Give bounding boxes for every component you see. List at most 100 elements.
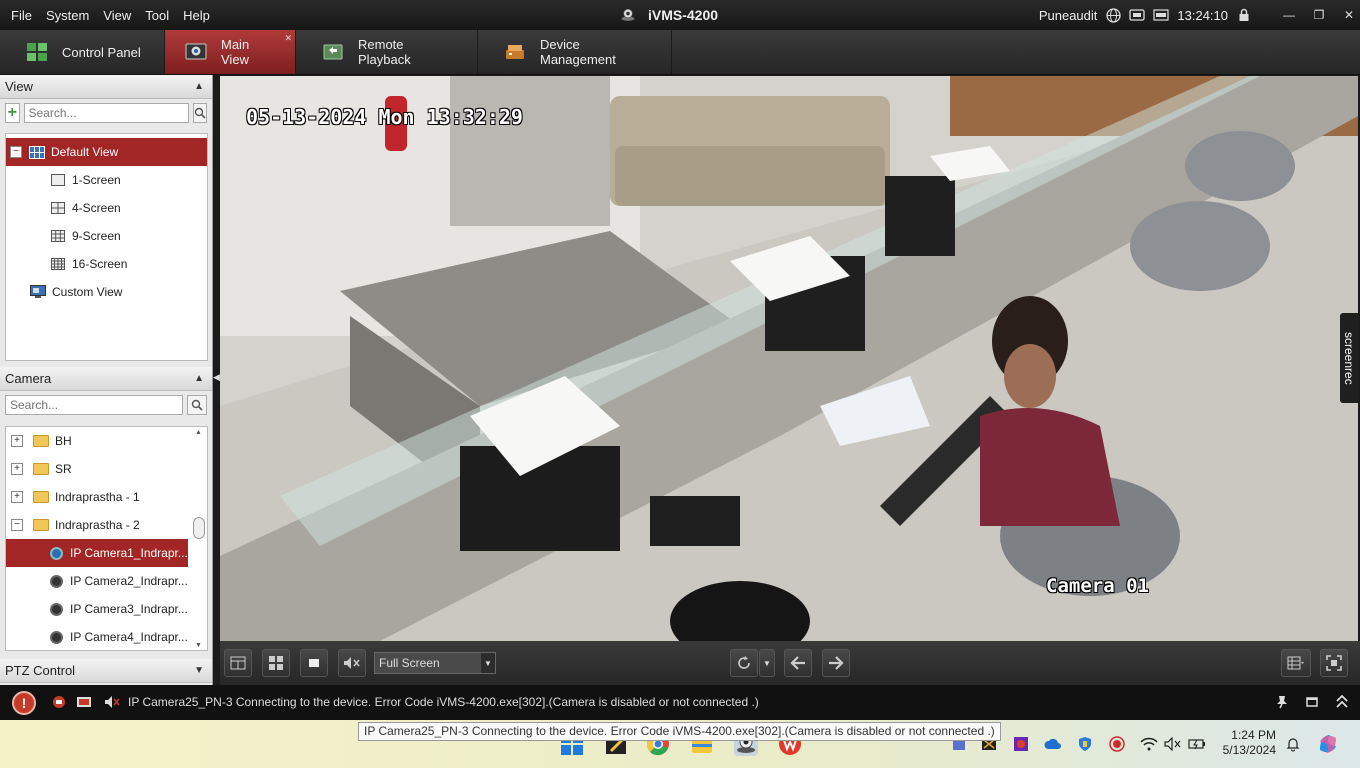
tree-item-default-view[interactable]: − Default View	[6, 138, 207, 166]
chevron-up-icon[interactable]: ▲	[194, 373, 204, 384]
view-panel-header[interactable]: View ▲	[0, 75, 212, 99]
tree-item-label: 9-Screen	[72, 229, 121, 243]
restore-button[interactable]: ❐	[1308, 6, 1330, 24]
camera-section: Camera ▲	[0, 367, 212, 419]
tree-camera-2[interactable]: IP Camera2_Indrapr...	[6, 567, 207, 595]
four-screen-icon	[50, 200, 66, 216]
pin-icon[interactable]	[1274, 694, 1290, 710]
tree-group-indraprastha-2[interactable]: − Indraprastha - 2	[6, 511, 207, 539]
status-window-icon[interactable]	[1304, 694, 1320, 710]
next-page-icon[interactable]	[822, 649, 850, 677]
ptz-panel-header[interactable]: PTZ Control ▼	[0, 659, 212, 683]
minimize-button[interactable]: —	[1278, 6, 1300, 24]
onedrive-icon[interactable]	[1044, 735, 1062, 753]
tree-camera-3[interactable]: IP Camera3_Indrapr...	[6, 595, 207, 623]
video-toolbar: Full Screen ▼ ▼	[220, 641, 1360, 685]
taskbar-date: 5/13/2024	[1222, 743, 1276, 757]
camera-tree-scrollbar[interactable]: ▲ ▼	[193, 429, 205, 649]
tree-item-9-screen[interactable]: 9-Screen	[6, 222, 207, 250]
audio-exception-icon[interactable]	[104, 694, 120, 710]
window-division-icon[interactable]	[262, 649, 290, 677]
camera-search-input[interactable]	[5, 395, 183, 415]
chevron-down-icon[interactable]: ▼	[194, 665, 204, 676]
ip-camera-icon	[50, 574, 63, 588]
status-message: IP Camera25_PN-3 Connecting to the devic…	[128, 695, 759, 709]
camera-panel-title: Camera	[5, 371, 52, 386]
tree-item-4-screen[interactable]: 4-Screen	[6, 194, 207, 222]
search-icon[interactable]	[187, 395, 207, 415]
tab-control-panel[interactable]: Control Panel	[0, 30, 165, 74]
scrollbar-thumb[interactable]	[193, 517, 205, 539]
menu-system[interactable]: System	[39, 8, 96, 23]
tab-remote-playback[interactable]: Remote Playback	[296, 30, 478, 74]
screenrec-badge[interactable]: screenrec	[1340, 313, 1358, 403]
collapse-icon[interactable]: −	[10, 146, 22, 158]
copilot-icon[interactable]	[1316, 732, 1340, 756]
expand-icon[interactable]: +	[11, 435, 23, 447]
expand-up-icon[interactable]	[1334, 694, 1350, 710]
chevron-up-icon[interactable]: ▲	[194, 81, 204, 92]
taskbar-clock[interactable]: 1:24 PM 5/13/2024	[1216, 728, 1276, 758]
cycle-icon[interactable]	[730, 649, 758, 677]
expand-icon[interactable]: +	[11, 463, 23, 475]
menu-view[interactable]: View	[96, 8, 138, 23]
battery-icon[interactable]	[1188, 735, 1206, 753]
display-mode-select[interactable]: Full Screen ▼	[374, 652, 496, 674]
tree-item-16-screen[interactable]: 16-Screen	[6, 250, 207, 278]
hdd-icon[interactable]	[1129, 7, 1146, 23]
record-icon[interactable]	[1108, 735, 1126, 753]
tree-item-1-screen[interactable]: 1-Screen	[6, 166, 207, 194]
notification-bell-icon[interactable]	[1284, 735, 1302, 753]
view-grid-icon	[29, 144, 45, 160]
live-video-window[interactable]: 05-13-2024 Mon 13:32:29 Camera 01 screen…	[220, 76, 1358, 641]
left-panel: View ▲ + − Default View	[0, 75, 213, 685]
tree-group-indraprastha-1[interactable]: + Indraprastha - 1	[6, 483, 207, 511]
search-icon[interactable]	[192, 103, 207, 123]
tab-main-view[interactable]: Main View ✕	[165, 30, 296, 74]
globe-icon[interactable]	[1105, 7, 1121, 23]
close-button[interactable]: ✕	[1338, 6, 1360, 24]
tree-item-label: BH	[55, 434, 72, 448]
ram-icon[interactable]	[1153, 7, 1169, 23]
device-exception-icon[interactable]	[76, 694, 92, 710]
clock-time: 13:24:10	[1177, 7, 1228, 23]
defender-icon[interactable]	[1076, 735, 1094, 753]
layout-menu-icon[interactable]	[1281, 649, 1311, 677]
tree-group-bh[interactable]: + BH	[6, 427, 207, 455]
ip-camera-icon	[50, 602, 63, 616]
mute-icon[interactable]	[338, 649, 366, 677]
user-name: Puneaudit	[1038, 7, 1098, 23]
menu-file[interactable]: File	[4, 8, 39, 23]
alarm-warning-icon[interactable]: !	[12, 691, 36, 715]
expand-icon[interactable]: +	[11, 491, 23, 503]
view-panel-title: View	[5, 79, 33, 94]
control-panel-icon	[26, 41, 48, 63]
tree-camera-1[interactable]: IP Camera1_Indrapr...	[6, 539, 188, 567]
tab-close-icon[interactable]: ✕	[284, 33, 292, 44]
add-view-button[interactable]: +	[5, 103, 20, 123]
camera-panel-header[interactable]: Camera ▲	[0, 367, 212, 391]
menu-tool[interactable]: Tool	[138, 8, 176, 23]
tray-game-icon[interactable]	[1012, 735, 1030, 753]
tree-camera-4[interactable]: IP Camera4_Indrapr...	[6, 623, 207, 650]
tab-device-management[interactable]: Device Management	[478, 30, 672, 74]
fullscreen-icon[interactable]	[1320, 649, 1348, 677]
cycle-dropdown-icon[interactable]: ▼	[759, 649, 775, 677]
save-view-icon[interactable]	[224, 649, 252, 677]
app-title: iVMS-4200	[648, 7, 719, 23]
view-search-input[interactable]	[23, 103, 189, 123]
stop-all-icon[interactable]	[300, 649, 328, 677]
collapse-icon[interactable]: −	[11, 519, 23, 531]
chevron-down-icon[interactable]: ▼	[481, 653, 495, 673]
tree-item-custom-view[interactable]: Custom View	[6, 278, 207, 306]
menu-help[interactable]: Help	[176, 8, 217, 23]
wifi-icon[interactable]	[1140, 735, 1158, 753]
menubar-right: Puneaudit 13:24:10 — ❐ ✕	[1039, 0, 1360, 30]
lock-icon[interactable]	[1236, 7, 1252, 23]
volume-muted-icon[interactable]	[1164, 735, 1182, 753]
collapse-panel-icon[interactable]: ◀	[213, 372, 220, 386]
previous-page-icon[interactable]	[784, 649, 812, 677]
tree-group-sr[interactable]: + SR	[6, 455, 207, 483]
tab-label: Remote Playback	[358, 37, 411, 67]
alarm-event-icon[interactable]	[51, 694, 67, 710]
